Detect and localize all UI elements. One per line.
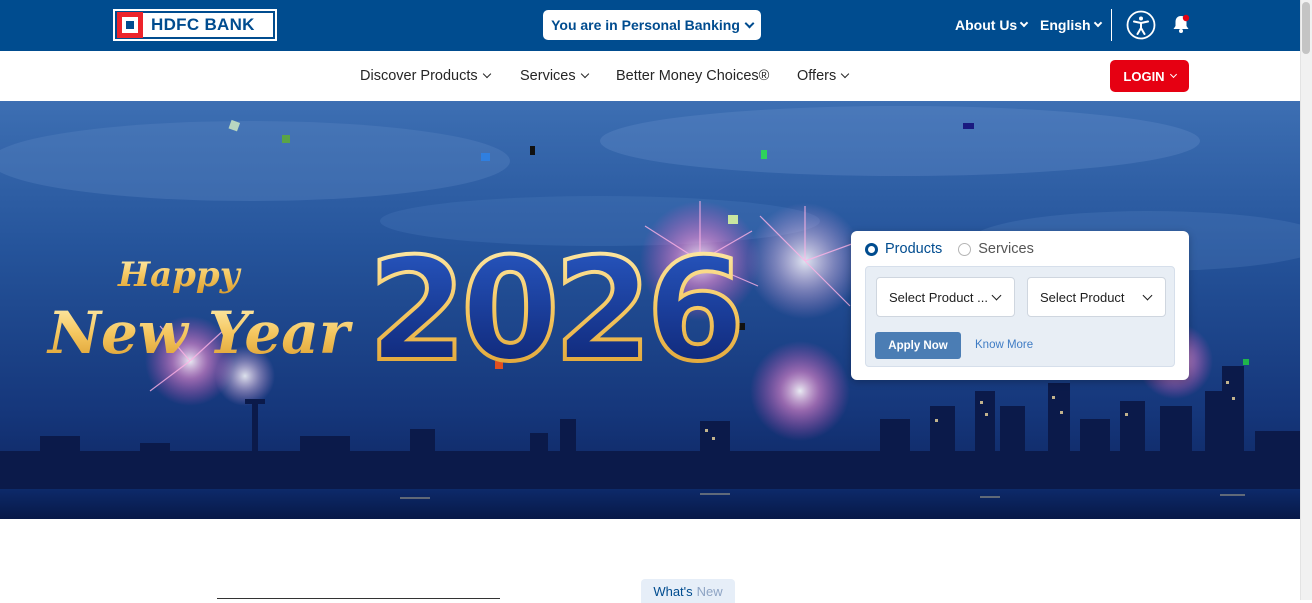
chevron-down-icon <box>1019 18 1029 28</box>
greeting-happy-text: Happy <box>117 255 242 295</box>
product-service-toggle: Products Services <box>865 241 1034 257</box>
login-button[interactable]: LOGIN <box>1110 60 1189 92</box>
hdfc-logo[interactable]: HDFC BANK <box>113 9 277 41</box>
section-divider <box>217 598 500 599</box>
chevron-down-icon <box>744 18 755 28</box>
hdfc-logo-mark-icon <box>117 12 143 38</box>
year-2026-text: 2026 <box>368 228 739 393</box>
nav-item-label: Better Money Choices® <box>616 68 770 84</box>
chevron-down-icon <box>580 69 589 79</box>
product-category-value: Select Product ... <box>889 289 988 305</box>
nav-item-label: Services <box>520 68 576 84</box>
whats-new-tab[interactable]: What's New <box>641 579 735 603</box>
product-category-select[interactable]: Select Product ... <box>876 277 1015 317</box>
product-selector-panel: Select Product ... Select Product Apply … <box>865 266 1175 367</box>
whats-new-label-part2: New <box>696 583 723 599</box>
top-header-bar: HDFC BANK You are in Personal Banking Ab… <box>0 0 1300 51</box>
chevron-down-icon <box>1093 18 1102 28</box>
nav-better-money-choices[interactable]: Better Money Choices® <box>616 68 769 84</box>
whats-new-label-part1: What's <box>653 583 693 599</box>
greeting-new-year-text: New Year <box>46 299 354 367</box>
product-finder-widget: Products Services Select Product ... Sel… <box>851 231 1189 380</box>
accessibility-icon[interactable] <box>1126 10 1156 40</box>
nav-item-label: Offers <box>797 68 837 84</box>
logo-text: HDFC BANK <box>151 15 255 34</box>
products-radio[interactable] <box>865 242 878 256</box>
login-label: LOGIN <box>1123 68 1165 84</box>
chevron-down-icon <box>482 69 491 79</box>
chevron-down-icon <box>840 69 850 79</box>
about-us-menu[interactable]: About Us <box>955 17 1029 33</box>
product-select[interactable]: Select Product <box>1027 277 1166 317</box>
know-more-link[interactable]: Know More <box>975 339 1033 351</box>
nav-item-label: Discover Products <box>360 68 478 84</box>
personal-banking-selector[interactable]: You are in Personal Banking <box>543 10 761 40</box>
chevron-down-icon <box>1169 70 1177 78</box>
products-radio-label[interactable]: Products <box>885 241 942 257</box>
services-radio-label[interactable]: Services <box>978 241 1034 257</box>
banking-pill-label: You are in Personal Banking <box>551 17 740 33</box>
main-navigation: Discover Products Services Better Money … <box>0 51 1300 101</box>
apply-now-button[interactable]: Apply Now <box>875 332 961 359</box>
services-radio[interactable] <box>958 242 972 256</box>
page-scrollbar-thumb[interactable] <box>1302 2 1310 54</box>
product-value: Select Product <box>1040 289 1125 305</box>
chevron-down-icon <box>991 290 1002 301</box>
nav-discover-products[interactable]: Discover Products <box>360 68 491 84</box>
page-scrollbar-track[interactable] <box>1300 0 1312 600</box>
notification-bell-icon[interactable] <box>1170 13 1192 35</box>
language-selector[interactable]: English <box>1040 17 1102 33</box>
language-label: English <box>1040 17 1091 33</box>
nav-services[interactable]: Services <box>520 68 589 84</box>
chevron-down-icon <box>1142 290 1153 301</box>
nav-offers[interactable]: Offers <box>797 68 850 84</box>
header-divider <box>1111 9 1112 41</box>
about-us-label: About Us <box>955 17 1018 33</box>
